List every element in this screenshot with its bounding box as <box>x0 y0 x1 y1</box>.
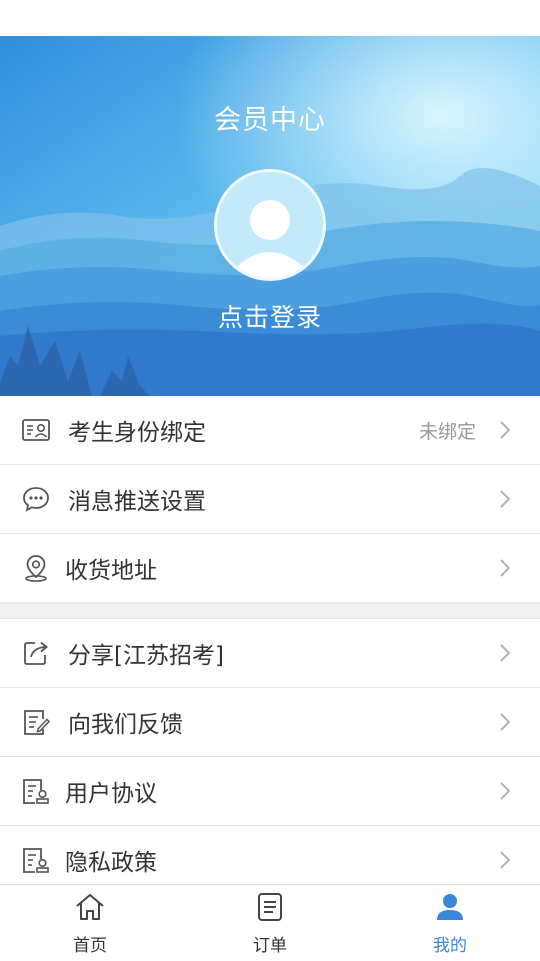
chevron-right-icon <box>500 421 511 439</box>
menu-item-shipping-address[interactable]: 收货地址 <box>0 534 540 603</box>
chevron-right-icon <box>500 559 511 577</box>
agreement-icon <box>23 779 49 804</box>
member-header: 会员中心 点击登录 <box>0 36 540 396</box>
tab-label: 首页 <box>73 936 107 956</box>
menu-item-label: 消息推送设置 <box>68 489 206 515</box>
default-avatar-icon <box>217 172 323 278</box>
menu-item-identity-binding[interactable]: 考生身份绑定 未绑定 <box>0 396 540 465</box>
section-divider <box>0 603 540 619</box>
tab-home[interactable]: 首页 <box>0 885 180 961</box>
home-icon <box>76 894 104 920</box>
location-pin-icon <box>25 555 47 582</box>
privacy-policy-icon <box>23 848 49 873</box>
chevron-right-icon <box>500 851 511 869</box>
feedback-edit-icon <box>24 710 51 735</box>
avatar[interactable] <box>214 169 326 281</box>
page-title: 会员中心 <box>214 105 326 136</box>
id-card-icon <box>22 419 50 441</box>
tab-orders[interactable]: 订单 <box>180 885 360 961</box>
login-link[interactable]: 点击登录 <box>0 298 540 334</box>
status-bar <box>0 0 540 36</box>
tab-label: 订单 <box>253 936 287 956</box>
share-icon <box>24 641 48 665</box>
chevron-right-icon <box>500 782 511 800</box>
user-icon <box>437 894 463 920</box>
binding-status: 未绑定 <box>418 420 476 443</box>
menu-item-label: 收货地址 <box>65 558 157 584</box>
menu-item-label: 隐私政策 <box>65 850 157 876</box>
tab-mine[interactable]: 我的 <box>360 885 540 961</box>
chevron-right-icon <box>500 490 511 508</box>
menu-item-user-agreement[interactable]: 用户协议 <box>0 757 540 826</box>
chat-bubble-icon <box>23 487 49 512</box>
chevron-right-icon <box>500 713 511 731</box>
about-menu: 分享[江苏招考] 向我们反馈 用户协议 隐私政策 <box>0 619 540 895</box>
bottom-tab-bar: 首页 订单 我的 <box>0 884 540 960</box>
menu-item-push-settings[interactable]: 消息推送设置 <box>0 465 540 534</box>
chevron-right-icon <box>500 644 511 662</box>
menu-item-label: 分享[江苏招考] <box>68 643 224 669</box>
order-list-icon <box>258 893 282 921</box>
menu-item-feedback[interactable]: 向我们反馈 <box>0 688 540 757</box>
menu-item-label: 向我们反馈 <box>68 712 183 738</box>
tab-label: 我的 <box>433 936 467 956</box>
menu-item-label: 考生身份绑定 <box>68 420 206 446</box>
menu-item-share[interactable]: 分享[江苏招考] <box>0 619 540 688</box>
menu-item-label: 用户协议 <box>65 781 157 807</box>
account-menu: 考生身份绑定 未绑定 消息推送设置 收货地址 <box>0 396 540 603</box>
